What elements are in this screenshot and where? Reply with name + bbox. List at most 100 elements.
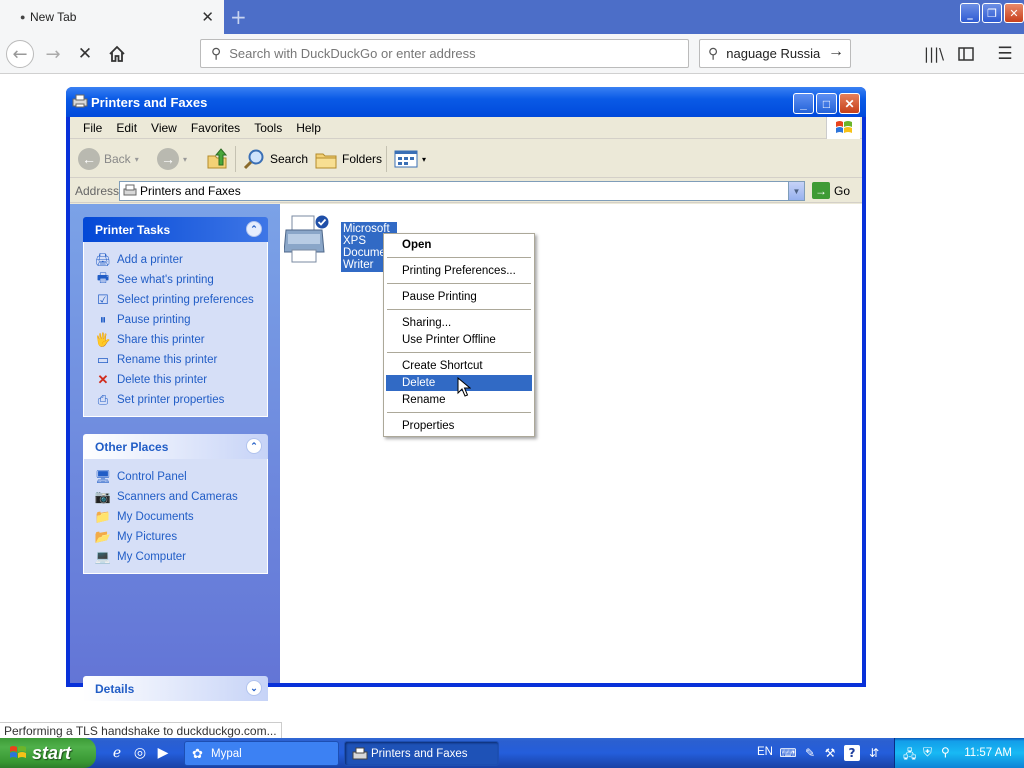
place-my-pictures[interactable]: 📂 My Pictures xyxy=(95,527,267,547)
task-set-printer-properties[interactable]: ⎙ Set printer properties xyxy=(95,390,267,410)
forward-dropdown-icon[interactable]: ▾ xyxy=(183,155,187,164)
place-scanners-and-cameras[interactable]: 📷 Scanners and Cameras xyxy=(95,487,267,507)
forward-button[interactable]: → ▾ xyxy=(157,146,187,172)
menu-open[interactable]: Open xyxy=(386,237,532,253)
new-tab-plus-icon[interactable]: + xyxy=(230,5,247,29)
task-pane: Printer Tasks ⌃ 🖨 Add a printer 🖶 See what… xyxy=(70,204,280,701)
network-icon[interactable]: 🖧 xyxy=(903,745,916,766)
folders-button[interactable]: Folders xyxy=(314,146,382,172)
expand-chevron-icon[interactable]: ⌄ xyxy=(246,680,262,696)
task-delete-printer[interactable]: ✕ Delete this printer xyxy=(95,370,267,390)
menu-use-printer-offline[interactable]: Use Printer Offline xyxy=(386,332,532,348)
restore-button[interactable]: ❐ xyxy=(982,3,1002,23)
menu-view[interactable]: View xyxy=(144,121,184,135)
go-button[interactable]: → Go xyxy=(812,182,850,199)
close-window-button[interactable]: ✕ xyxy=(1004,3,1024,23)
task-see-whats-printing[interactable]: 🖶 See what's printing xyxy=(95,270,267,290)
add-printer-icon: 🖨 xyxy=(94,252,112,267)
search-go-arrow-icon[interactable]: → xyxy=(828,43,844,61)
menu-file[interactable]: File xyxy=(76,121,109,135)
menu-edit[interactable]: Edit xyxy=(109,121,144,135)
printer-properties-icon: ⎙ xyxy=(97,392,109,407)
printer-tasks-header[interactable]: Printer Tasks ⌃ xyxy=(83,217,268,242)
up-folder-icon xyxy=(207,148,228,169)
collapse-chevron-icon[interactable]: ⌃ xyxy=(246,221,262,237)
taskbar-button-label: Printers and Faxes xyxy=(371,747,468,760)
task-share-printer[interactable]: 🖐 Share this printer xyxy=(95,330,267,350)
window-titlebar[interactable]: Printers and Faxes _ □ ✕ xyxy=(66,87,866,117)
details-title: Details xyxy=(95,681,135,696)
back-label: Back xyxy=(104,152,131,166)
printer-item-xps[interactable]: Microsoft XPS Document Writer xyxy=(283,214,398,272)
forward-arrow-icon[interactable]: → xyxy=(39,40,67,68)
minimize-button[interactable]: _ xyxy=(793,93,814,114)
sidebar-icon[interactable] xyxy=(952,40,980,68)
browser-quicklaunch-icon[interactable]: ◎ xyxy=(131,744,149,762)
clock: 11:57 AM xyxy=(964,747,1012,759)
task-add-printer[interactable]: 🖨 Add a printer xyxy=(95,250,267,270)
home-icon[interactable] xyxy=(103,40,131,68)
place-my-computer[interactable]: 💻 My Computer xyxy=(95,547,267,567)
printers-list-view: Microsoft XPS Document Writer xyxy=(280,204,862,683)
minimize-button[interactable]: _ xyxy=(960,3,980,23)
url-bar[interactable]: ⚲ Search with DuckDuckGo or enter addres… xyxy=(200,39,689,68)
menu-properties[interactable]: Properties xyxy=(386,418,532,434)
security-icon[interactable]: ⛨ xyxy=(923,745,932,760)
menu-help[interactable]: Help xyxy=(289,121,328,135)
printer-tasks-panel: Printer Tasks ⌃ 🖨 Add a printer 🖶 See what… xyxy=(83,217,268,417)
task-label: Delete this printer xyxy=(117,374,208,386)
stop-loading-icon[interactable]: ✕ xyxy=(71,40,99,68)
address-field[interactable]: Printers and Faxes ▼ xyxy=(119,181,805,201)
folders-icon xyxy=(315,153,337,169)
back-button[interactable]: ← Back ▾ xyxy=(78,146,139,172)
back-dropdown-icon[interactable]: ▾ xyxy=(135,155,139,164)
maximize-button[interactable]: □ xyxy=(816,93,837,114)
task-select-printing-preferences[interactable]: ☑ Select printing preferences xyxy=(95,290,267,310)
place-label: My Documents xyxy=(117,511,194,523)
close-tab-icon[interactable]: ✕ xyxy=(201,8,214,26)
address-dropdown-icon[interactable]: ▼ xyxy=(788,182,804,200)
search-tray-icon[interactable]: ⚲ xyxy=(941,745,950,759)
search-button[interactable]: Search xyxy=(242,146,308,172)
tray-arrow-icon[interactable]: ⇵ xyxy=(866,745,882,761)
pen-icon[interactable]: ✎ xyxy=(802,745,818,761)
library-icon[interactable]: |||\ xyxy=(920,40,948,68)
back-arrow-icon[interactable]: ← xyxy=(6,40,34,68)
other-places-header[interactable]: Other Places ⌃ xyxy=(83,434,268,459)
search-bar[interactable]: ⚲ naguage Russia → xyxy=(699,39,851,68)
printer-tasks-list: 🖨 Add a printer 🖶 See what's printing ☑ Sel… xyxy=(83,242,268,417)
taskbar-button-printers-and-faxes[interactable]: Printers and Faxes xyxy=(344,741,499,766)
mypal-icon: ✿ xyxy=(192,746,203,761)
collapse-chevron-icon[interactable]: ⌃ xyxy=(246,438,262,454)
taskbar-button-mypal[interactable]: ✿ Mypal xyxy=(184,741,339,766)
menu-create-shortcut[interactable]: Create Shortcut xyxy=(386,358,532,374)
start-button[interactable]: start xyxy=(0,738,96,768)
task-rename-printer[interactable]: ▭ Rename this printer xyxy=(95,350,267,370)
menu-printing-preferences[interactable]: Printing Preferences... xyxy=(386,263,532,279)
details-header[interactable]: Details ⌄ xyxy=(83,676,268,701)
place-control-panel[interactable]: 🖥 Control Panel xyxy=(95,467,267,487)
menu-tools[interactable]: Tools xyxy=(247,121,289,135)
media-player-quicklaunch-icon[interactable]: ▶ xyxy=(154,744,172,762)
language-indicator[interactable]: EN xyxy=(757,746,773,758)
forward-arrow-icon: → xyxy=(157,148,179,170)
browser-navbar: ← → ✕ ⚲ Search with DuckDuckGo or enter … xyxy=(0,34,1024,74)
close-button[interactable]: ✕ xyxy=(839,93,860,114)
up-folder-button[interactable] xyxy=(205,146,229,172)
tools-icon[interactable]: ⚒ xyxy=(822,745,838,761)
print-queue-icon: 🖶 xyxy=(96,270,110,285)
menu-favorites[interactable]: Favorites xyxy=(184,121,247,135)
place-my-documents[interactable]: 📁 My Documents xyxy=(95,507,267,527)
task-pause-printing[interactable]: ⏸ Pause printing xyxy=(95,310,267,330)
views-button[interactable]: ▾ xyxy=(394,146,426,172)
keyboard-icon[interactable]: ⌨ xyxy=(779,745,796,761)
tab-new-tab[interactable]: ● New Tab ✕ xyxy=(0,0,224,34)
control-panel-icon: 🖥 xyxy=(94,469,112,484)
ie-quicklaunch-icon[interactable]: ℯ xyxy=(108,744,126,762)
help-icon[interactable]: ? xyxy=(844,745,860,761)
menu-pause-printing[interactable]: Pause Printing xyxy=(386,289,532,305)
hamburger-menu-icon[interactable]: ☰ xyxy=(991,40,1019,68)
menu-sharing[interactable]: Sharing... xyxy=(386,315,532,331)
views-dropdown-icon: ▾ xyxy=(422,154,427,164)
taskbar-button-label: Mypal xyxy=(211,747,242,760)
